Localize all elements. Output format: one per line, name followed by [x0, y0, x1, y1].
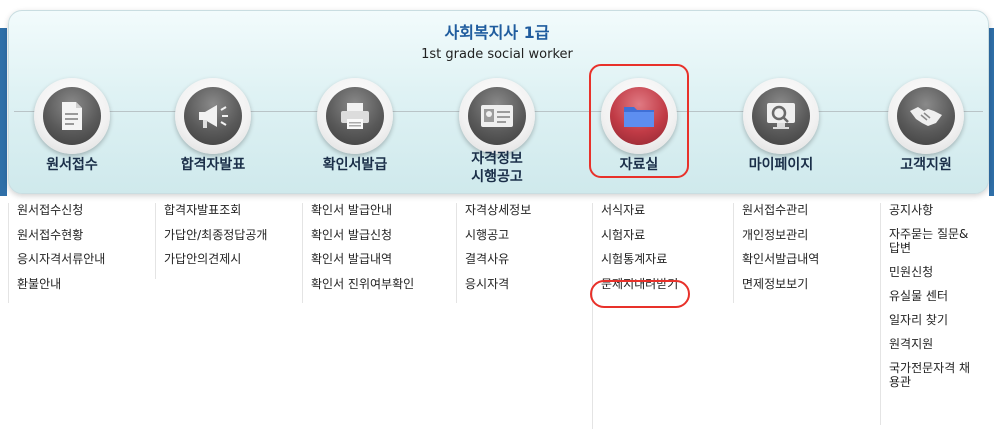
- nav-item-application[interactable]: 원서접수: [12, 78, 132, 188]
- submenu-link[interactable]: 서식자료: [601, 203, 678, 217]
- submenu-link[interactable]: 자격상세정보: [465, 203, 531, 217]
- monitor-search-icon: [752, 87, 810, 145]
- id-card-icon: [468, 87, 526, 145]
- submenu-link[interactable]: 유실물 센터: [889, 289, 979, 303]
- nav-label: 확인서발급: [322, 157, 388, 173]
- nav-icon-ring: [743, 78, 819, 154]
- submenu-link[interactable]: 결격사유: [465, 252, 531, 266]
- submenu-link[interactable]: 가답안의견제시: [164, 252, 267, 266]
- submenu-link[interactable]: 원서접수신청: [17, 203, 105, 217]
- nav-highlight-box: [589, 64, 689, 178]
- nav-icon-ring: [175, 78, 251, 154]
- submenu-link[interactable]: 확인서 발급내역: [311, 252, 414, 266]
- nav-item-support[interactable]: 고객지원: [866, 78, 986, 188]
- submenu-link[interactable]: 확인서 발급안내: [311, 203, 414, 217]
- submenu-link[interactable]: 응시자격서류안내: [17, 252, 105, 266]
- submenu-link[interactable]: 확인서발급내역: [742, 252, 819, 266]
- submenu-link[interactable]: 개인정보관리: [742, 228, 819, 242]
- nav-item-mypage[interactable]: 마이페이지: [721, 78, 841, 188]
- nav-label: 마이페이지: [748, 157, 814, 173]
- submenu-column-results: 합격자발표조회 가답안/최종정답공개 가답안의견제시: [155, 203, 267, 279]
- submenu-link[interactable]: 시험자료: [601, 228, 678, 242]
- page-subtitle: 1st grade social worker: [421, 47, 573, 62]
- submenu-link[interactable]: 공지사항: [889, 203, 979, 217]
- submenu-link[interactable]: 합격자발표조회: [164, 203, 267, 217]
- submenu-link[interactable]: 원서접수관리: [742, 203, 819, 217]
- handshake-icon: [897, 87, 955, 145]
- nav-label: 합격자발표: [180, 157, 246, 173]
- document-icon: [43, 87, 101, 145]
- submenu-column-certificate: 확인서 발급안내 확인서 발급신청 확인서 발급내역 확인서 진위여부확인: [302, 203, 414, 303]
- submenu-link[interactable]: 국가전문자격 채용관: [889, 361, 979, 389]
- submenu-highlight-box: [590, 280, 690, 308]
- submenu-link[interactable]: 시행공고: [465, 228, 531, 242]
- submenu-link[interactable]: 자주묻는 질문&답변: [889, 227, 979, 255]
- submenu-link[interactable]: 원서접수현황: [17, 228, 105, 242]
- submenu-column-resources: 서식자료 시험자료 시험통계자료 문제지내려받기: [592, 203, 678, 429]
- megaphone-icon: [184, 87, 242, 145]
- submenu-link[interactable]: 확인서 진위여부확인: [311, 277, 414, 291]
- submenu-link[interactable]: 응시자격: [465, 277, 531, 291]
- submenu-link[interactable]: 확인서 발급신청: [311, 228, 414, 242]
- nav-label: 고객지원: [900, 157, 952, 173]
- submenu-link[interactable]: 면제정보보기: [742, 277, 819, 291]
- submenu-link[interactable]: 원격지원: [889, 337, 979, 351]
- nav-icon-ring: [34, 78, 110, 154]
- printer-icon: [326, 87, 384, 145]
- nav-icon-ring: [459, 78, 535, 154]
- submenu-link[interactable]: 가답안/최종정답공개: [164, 228, 267, 242]
- submenu-link[interactable]: 시험통계자료: [601, 252, 678, 266]
- nav-item-qualification[interactable]: 자격정보 시행공고: [437, 78, 557, 188]
- nav-label: 자격정보 시행공고: [471, 151, 523, 185]
- nav-item-results[interactable]: 합격자발표: [153, 78, 273, 188]
- submenu-column-application: 원서접수신청 원서접수현황 응시자격서류안내 환불안내: [8, 203, 105, 303]
- nav-label: 원서접수: [46, 157, 98, 173]
- submenu-link[interactable]: 일자리 찾기: [889, 313, 979, 327]
- submenu-link[interactable]: 민원신청: [889, 265, 979, 279]
- nav-item-certificate[interactable]: 확인서발급: [295, 78, 415, 188]
- page-title: 사회복지사 1급: [444, 23, 550, 42]
- nav-icon-ring: [888, 78, 964, 154]
- submenu-column-qualification: 자격상세정보 시행공고 결격사유 응시자격: [456, 203, 531, 303]
- submenu-link[interactable]: 환불안내: [17, 277, 105, 291]
- nav-icon-ring: [317, 78, 393, 154]
- submenu-column-support: 공지사항 자주묻는 질문&답변 민원신청 유실물 센터 일자리 찾기 원격지원 …: [880, 203, 979, 425]
- submenu-column-mypage: 원서접수관리 개인정보관리 확인서발급내역 면제정보보기: [733, 203, 819, 303]
